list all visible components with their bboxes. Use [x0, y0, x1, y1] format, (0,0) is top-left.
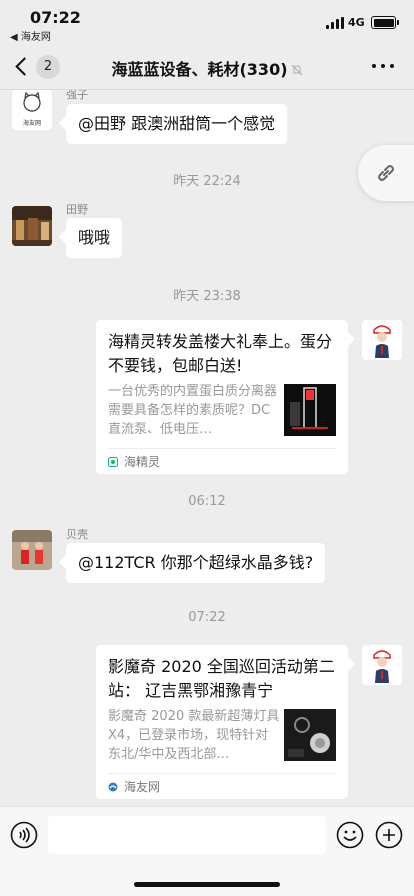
avatar-self[interactable]: [362, 645, 402, 685]
avatar-logo-text: 海友网: [22, 120, 41, 127]
message-bubble[interactable]: @112TCR 你那个超绿水晶多钱?: [66, 543, 326, 583]
plus-icon[interactable]: [375, 821, 403, 849]
back-to-app-link[interactable]: ◀ 海友网: [10, 28, 51, 43]
mini-program-icon: [108, 457, 118, 467]
voice-icon[interactable]: [10, 821, 38, 849]
message-list[interactable]: 海友网 强子 @田野 跟澳洲甜筒一个感觉 昨天 22:24 田野 哦哦 昨天 2…: [0, 90, 414, 806]
message-bubble[interactable]: 哦哦: [66, 218, 123, 258]
avatar-self[interactable]: [362, 320, 402, 360]
cell-signal-icon: [326, 17, 344, 29]
more-dots-icon[interactable]: [372, 64, 394, 70]
timestamp: 昨天 22:24: [173, 174, 241, 189]
card-description: 影魔奇 2020 款最新超薄灯具 X4，已登录市场，现特针对东北/华中及西北部…: [108, 709, 280, 762]
chat-header: 2 海蓝蓝设备、耗材(330): [0, 44, 414, 90]
avatar-tianye[interactable]: [12, 206, 52, 246]
sender-name: 贝壳: [66, 528, 88, 541]
card-thumbnail: [284, 709, 336, 761]
card-source: 海精灵: [108, 448, 336, 474]
message-input[interactable]: [48, 816, 326, 854]
status-time: 07:22: [30, 8, 81, 27]
sender-name: 强子: [66, 90, 88, 101]
avatar-qiangzi[interactable]: 海友网: [12, 90, 52, 130]
two-kids-photo-image: [12, 530, 52, 570]
card-source-label: 海友网: [124, 780, 161, 794]
floating-link-button[interactable]: [358, 145, 414, 201]
battery-icon: [371, 16, 399, 29]
avatar-beike[interactable]: [12, 530, 52, 570]
street-photo-image: [12, 206, 52, 246]
cartoon-person-avatar: [362, 645, 402, 685]
status-bar: 07:22 ◀ 海友网 4G: [0, 0, 414, 44]
shared-article-card[interactable]: 海精灵转发盖楼大礼奉上。蛋分不要钱，包邮白送! 一台优秀的内置蛋白质分离器需要具…: [96, 320, 348, 474]
timestamp: 昨天 23:38: [173, 289, 241, 304]
card-thumbnail: [284, 384, 336, 436]
cartoon-person-avatar: [362, 320, 402, 360]
led-light-image: [284, 709, 336, 761]
bell-slash-icon: [291, 64, 302, 76]
card-source: 海友网: [108, 773, 336, 799]
link-icon: [378, 165, 394, 181]
chat-title-text: 海蓝蓝设备、耗材(330): [111, 60, 288, 79]
emoji-icon[interactable]: [336, 821, 364, 849]
haiyouwang-logo-icon: [108, 782, 118, 792]
card-title: 海精灵转发盖楼大礼奉上。蛋分不要钱，包邮白送!: [108, 332, 333, 375]
timestamp: 07:22: [188, 610, 226, 625]
home-indicator[interactable]: [134, 882, 280, 887]
sender-name: 田野: [66, 203, 88, 216]
shared-article-card[interactable]: 影魔奇 2020 全国巡回活动第二站： 辽吉黑鄂湘豫青宁 影魔奇 2020 款最…: [96, 645, 348, 799]
card-title: 影魔奇 2020 全国巡回活动第二站： 辽吉黑鄂湘豫青宁: [108, 657, 335, 700]
protein-skimmer-image: [284, 384, 336, 436]
card-source-label: 海精灵: [124, 455, 161, 469]
chat-title: 海蓝蓝设备、耗材(330): [0, 56, 414, 80]
card-description: 一台优秀的内置蛋白质分离器需要具备怎样的素质呢？DC直流泵、低电压…: [108, 384, 278, 437]
network-type: 4G: [348, 16, 365, 29]
timestamp: 06:12: [188, 494, 226, 509]
message-bubble[interactable]: @田野 跟澳洲甜筒一个感觉: [66, 104, 288, 144]
